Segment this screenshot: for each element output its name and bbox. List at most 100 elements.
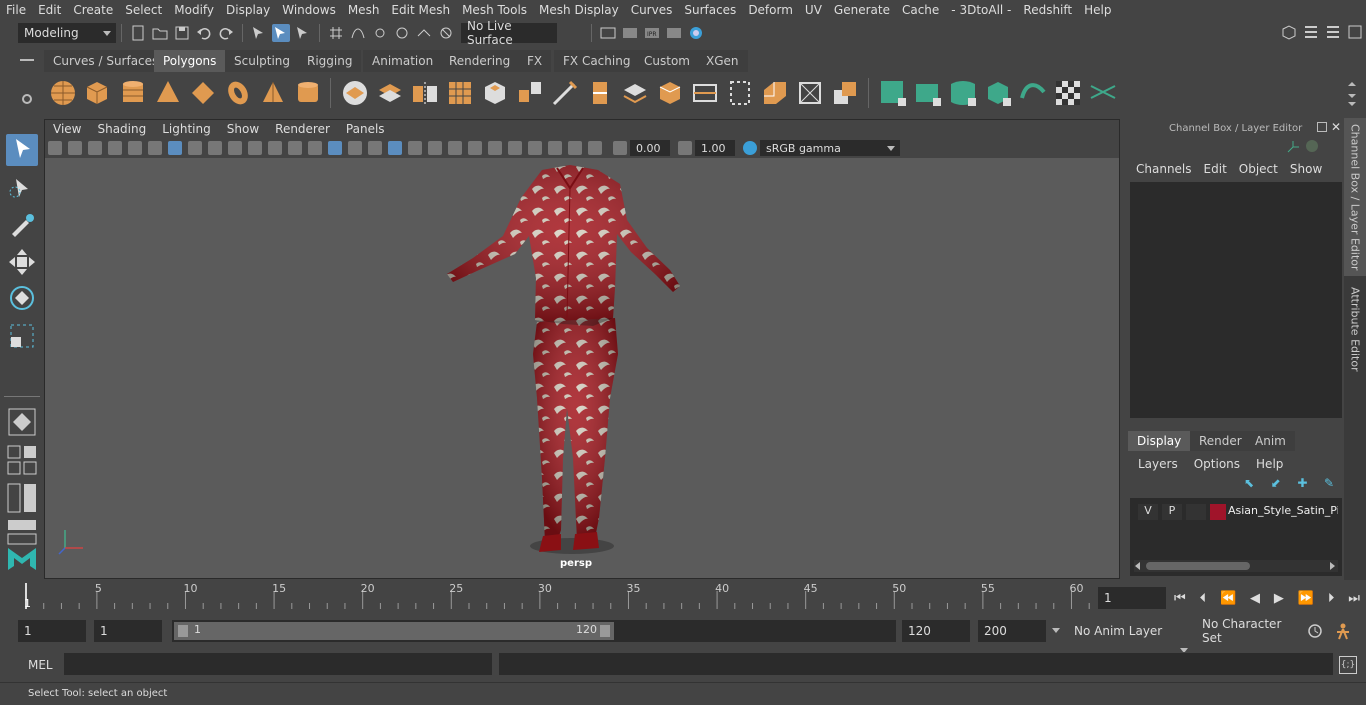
menu-select[interactable]: Select [119,3,168,17]
insert-edge-loop-icon[interactable] [585,78,615,108]
shadows-icon[interactable] [428,141,442,155]
layer-color-swatch[interactable] [1210,504,1226,520]
isolate-select-icon[interactable] [528,141,542,155]
smooth-icon[interactable] [445,78,475,108]
layer-tab-render[interactable]: Render [1190,431,1251,451]
range-slider-handle[interactable]: 1 120 [174,622,614,640]
menu-create[interactable]: Create [67,3,119,17]
uv-spherical-icon[interactable] [948,78,978,108]
play-backwards-icon[interactable]: ◀ [1250,591,1260,606]
gamma-field[interactable]: 1.00 [695,140,735,156]
poly-torus-icon[interactable] [223,78,253,108]
menu-uv[interactable]: UV [799,3,828,17]
float-panel-icon[interactable] [1317,122,1327,132]
poly-cylinder-icon[interactable] [118,78,148,108]
animation-start-field[interactable]: 1 [18,620,86,642]
motion-blur-icon[interactable] [468,141,482,155]
channel-box-menu-edit[interactable]: Edit [1198,162,1233,176]
channel-box-axis-icon[interactable] [1286,140,1300,154]
uv-cylindrical-icon[interactable] [913,78,943,108]
undo-icon[interactable] [195,24,213,42]
shelf-tab-animation[interactable]: Animation [363,50,443,72]
menu-deform[interactable]: Deform [742,3,799,17]
mirror-icon[interactable] [410,78,440,108]
target-weld-icon[interactable] [760,78,790,108]
snap-to-view-plane-icon[interactable] [393,24,411,42]
menu-generate[interactable]: Generate [828,3,896,17]
poly-pipe-icon[interactable] [293,78,323,108]
shelf-tab-rendering[interactable]: Rendering [440,50,520,72]
combine-icon[interactable] [340,78,370,108]
smooth-shade-icon[interactable] [328,141,342,155]
poly-plane-icon[interactable] [188,78,218,108]
merge-icon[interactable] [795,78,825,108]
menu-windows[interactable]: Windows [276,3,342,17]
animation-end-field[interactable]: 200 [978,620,1046,642]
scroll-right-icon[interactable] [1330,562,1335,570]
offset-edge-loop-icon[interactable] [620,78,650,108]
xray-icon[interactable] [548,141,562,155]
layer-tab-anim[interactable]: Anim [1246,431,1295,451]
channel-box-sync-icon[interactable] [1306,140,1318,152]
menu-file[interactable]: File [0,3,32,17]
tab-attribute-editor[interactable]: Attribute Editor [1344,282,1366,376]
make-live-icon[interactable] [437,24,455,42]
separate-icon[interactable] [375,78,405,108]
select-by-object-icon[interactable] [272,24,290,42]
workspace-icon[interactable] [1280,23,1298,41]
uv-unfold-icon[interactable] [1018,78,1048,108]
playback-start-field[interactable]: 1 [94,620,162,642]
mode-selector[interactable]: Modeling [18,23,116,43]
poly-cone-icon[interactable] [153,78,183,108]
range-start-grip[interactable] [178,625,188,637]
rotate-tool-icon[interactable] [6,282,38,314]
grease-pencil-icon[interactable] [148,141,162,155]
safe-action-icon[interactable] [268,141,282,155]
menu-3dtoall[interactable]: - 3DtoAll - [945,3,1017,17]
character-set-selector[interactable]: No Character Set [1196,617,1300,645]
layer-menu-options[interactable]: Options [1186,457,1248,471]
shelf-tab-custom[interactable]: Custom [635,50,699,72]
shelf-tab-fx[interactable]: FX [518,50,552,72]
redo-icon[interactable] [217,24,235,42]
command-input[interactable] [64,653,492,675]
gamma-icon[interactable] [678,141,692,155]
tool-settings-toggle-icon[interactable] [1324,23,1342,41]
scale-tool-icon[interactable] [6,320,38,352]
soft-select-icon[interactable] [6,406,38,438]
layout-outliner-icon[interactable] [6,482,38,514]
range-slider[interactable]: 1 120 [172,620,896,642]
channel-box-menu-show[interactable]: Show [1284,162,1328,176]
bevel-icon[interactable] [655,78,685,108]
bridge-icon[interactable] [515,78,545,108]
attribute-editor-toggle-icon[interactable] [1302,23,1320,41]
screen-space-ao-icon[interactable] [448,141,462,155]
boolean-icon[interactable] [830,78,860,108]
fill-hole-icon[interactable] [690,78,720,108]
layer-menu-help[interactable]: Help [1248,457,1291,471]
anim-layer-menu-arrow[interactable] [1050,621,1064,641]
multi-cut-icon[interactable] [550,78,580,108]
channel-box-list[interactable] [1130,182,1342,418]
save-scene-icon[interactable] [173,24,191,42]
move-tool-icon[interactable] [6,246,38,278]
2d-pan-zoom-icon[interactable] [128,141,142,155]
step-back-key-icon[interactable]: ⏪ [1220,591,1236,606]
depth-of-field-icon[interactable] [508,141,522,155]
ipr-render-icon[interactable]: IPR [643,24,661,42]
wireframe-icon[interactable] [308,141,322,155]
render-view-icon[interactable] [599,24,617,42]
pajama-model[interactable] [45,158,1119,578]
go-to-start-icon[interactable]: ⏮ [1174,591,1186,606]
current-frame-field[interactable]: 1 [1098,587,1166,609]
script-editor-icon[interactable]: {;} [1339,656,1357,674]
layer-tab-display[interactable]: Display [1128,431,1191,451]
move-layer-down-icon[interactable]: ⬋ [1271,476,1287,492]
field-chart-icon[interactable] [248,141,262,155]
layer-scrollbar-thumb[interactable] [1146,562,1250,570]
shelf-scroll-icon[interactable] [1346,80,1358,110]
render-current-frame-icon[interactable] [621,24,639,42]
viewport-menu-renderer[interactable]: Renderer [267,122,338,136]
use-all-lights-icon[interactable] [408,141,422,155]
select-by-component-icon[interactable] [294,24,312,42]
